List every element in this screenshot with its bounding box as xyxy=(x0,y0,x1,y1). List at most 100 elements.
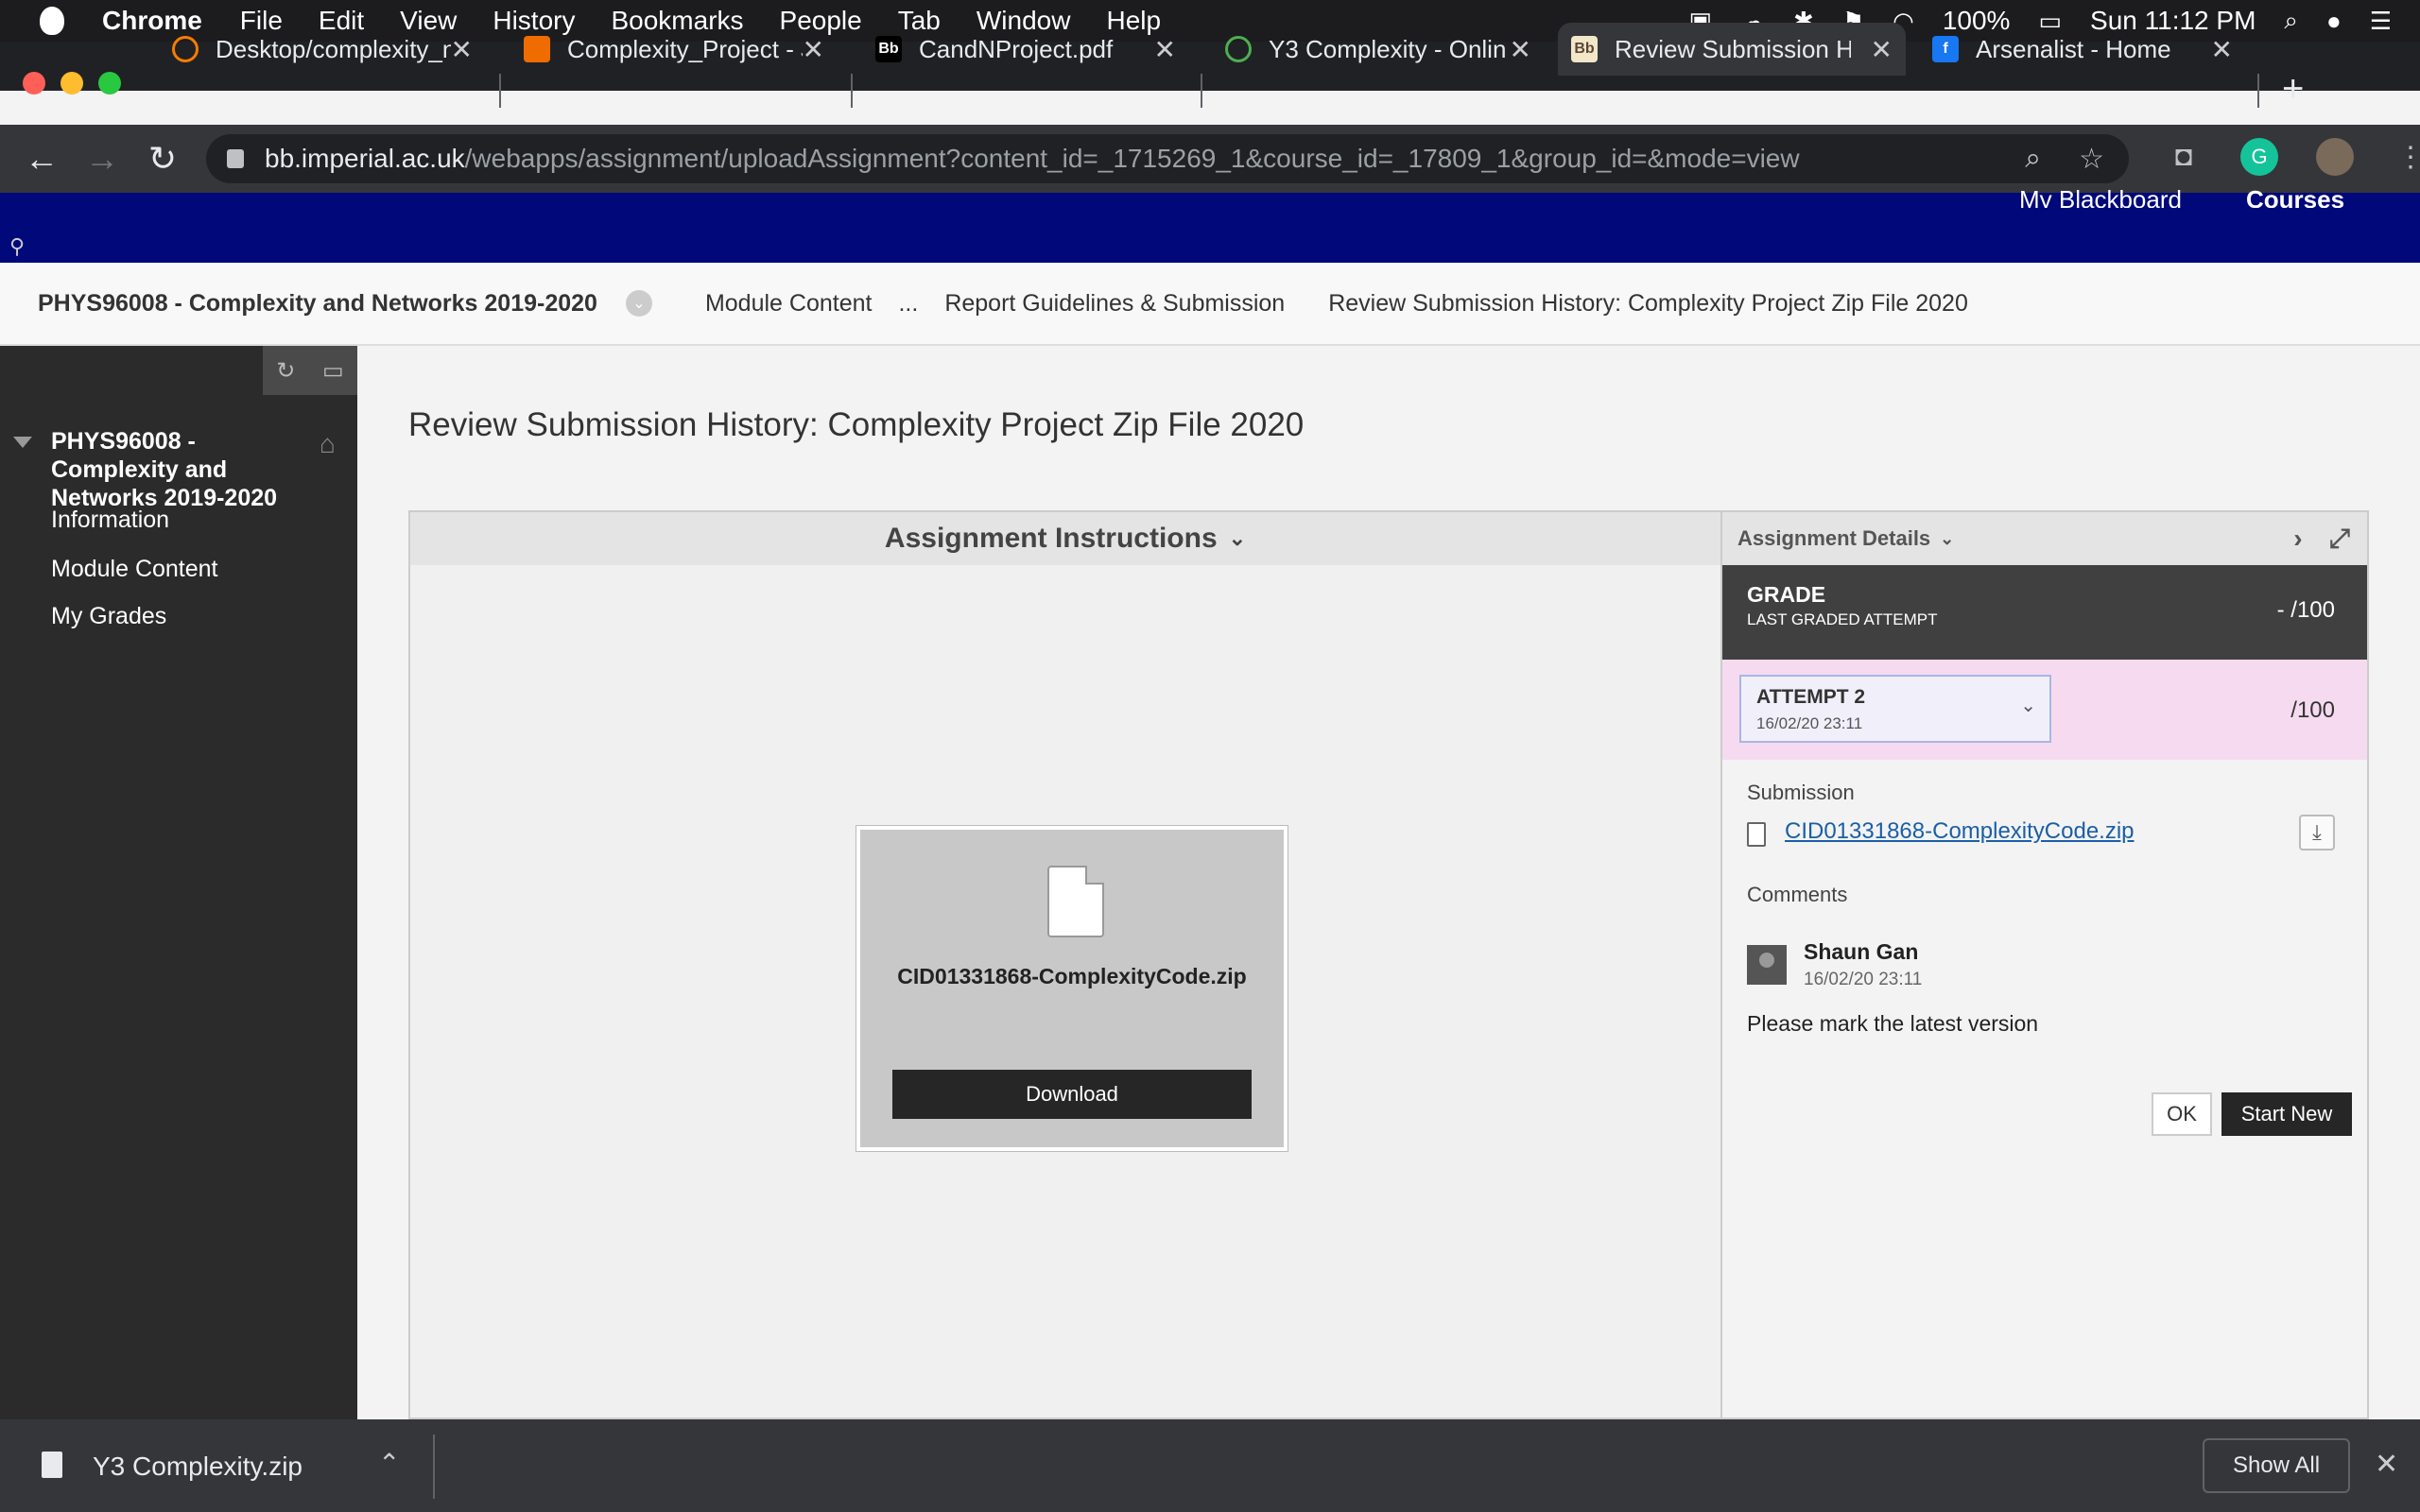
profile-avatar[interactable] xyxy=(2316,138,2354,176)
file-icon xyxy=(1747,822,1766,847)
grade-sublabel: LAST GRADED ATTEMPT xyxy=(1747,610,1938,628)
grade-label: GRADE xyxy=(1747,582,1826,607)
close-tab-icon[interactable]: ✕ xyxy=(1871,34,1893,65)
zoom-icon[interactable]: ⌕ xyxy=(2025,143,2041,176)
submission-preview-panel: Assignment Instructions ⌄ CID01331868-Co… xyxy=(408,510,1722,1419)
tab-complexity-project[interactable]: Complexity_Project - J ✕ xyxy=(510,26,838,72)
link-icon[interactable]: ⚲ xyxy=(9,234,25,259)
shelf-divider xyxy=(433,1435,435,1499)
blackboard-header: My Blackboard Courses ⚲ xyxy=(0,185,2420,263)
tab-title: CandNProject.pdf xyxy=(919,34,1114,63)
close-tab-icon[interactable]: ✕ xyxy=(2211,34,2233,65)
address-bar[interactable]: bb.imperial.ac.uk /webapps/assignment/up… xyxy=(206,134,2129,183)
download-button[interactable]: Download xyxy=(892,1070,1252,1119)
spotlight-search-icon[interactable]: ⌕ xyxy=(2284,6,2298,36)
attempt-select[interactable]: ATTEMPT 2 16/02/20 23:11 ⌄ xyxy=(1739,675,2051,743)
download-icon[interactable]: ⤓ xyxy=(2299,815,2335,850)
tab-review-submission[interactable]: Bb Review Submission His ✕ xyxy=(1558,23,1906,76)
my-blackboard-link[interactable]: My Blackboard xyxy=(2019,185,2182,208)
expand-icon[interactable]: ⤢ xyxy=(2329,524,2350,555)
submission-label: Submission xyxy=(1747,781,1855,804)
download-filename[interactable]: Y3 Complexity.zip xyxy=(93,1452,302,1482)
assignment-instructions-toggle[interactable]: Assignment Instructions ⌄ xyxy=(410,512,1720,565)
close-tab-icon[interactable]: ✕ xyxy=(451,34,473,65)
minimize-window-button[interactable] xyxy=(60,72,83,94)
assignment-instructions-label: Assignment Instructions xyxy=(884,523,1218,554)
courses-link[interactable]: Courses xyxy=(2246,185,2344,208)
tab-separator xyxy=(499,74,501,108)
browser-toolbar: ← → ↻ bb.imperial.ac.uk /webapps/assignm… xyxy=(0,125,2420,193)
assignment-details-header: Assignment Details ⌄ › ⤢ xyxy=(1722,512,2367,565)
chevron-right-icon[interactable]: › xyxy=(2293,524,2302,555)
breadcrumb-current-page: Review Submission History: Complexity Pr… xyxy=(1328,289,1968,317)
lock-icon[interactable] xyxy=(227,149,244,168)
chevron-down-icon[interactable]: ⌄ xyxy=(1940,529,1954,549)
comment-author: Shaun Gan xyxy=(1804,939,1919,964)
breadcrumb-report-guidelines[interactable]: Report Guidelines & Submission xyxy=(944,290,1285,318)
course-sidebar: ↻ ▭ PHYS96008 - Complexity and Networks … xyxy=(0,346,357,1419)
control-center-icon[interactable]: ☰ xyxy=(2370,7,2392,36)
forward-arrow-icon[interactable]: → xyxy=(72,139,132,179)
grammarly-icon[interactable]: G xyxy=(2240,138,2278,176)
file-preview-card: CID01331868-ComplexityCode.zip Download xyxy=(856,826,1288,1151)
show-all-button[interactable]: Show All xyxy=(2203,1438,2350,1493)
close-tab-icon[interactable]: ✕ xyxy=(1510,34,1531,65)
window-controls xyxy=(23,72,121,94)
refresh-icon[interactable]: ↻ xyxy=(276,357,295,385)
tab-separator xyxy=(1201,74,1202,108)
url-host: bb.imperial.ac.uk xyxy=(265,144,465,173)
tab-arsenalist-facebook[interactable]: f Arsenalist - Home ✕ xyxy=(1919,26,2246,72)
more-menu-icon[interactable]: ⋮ xyxy=(2392,138,2420,176)
url-path: /webapps/assignment/uploadAssignment?con… xyxy=(464,144,1800,173)
collapse-triangle-icon[interactable] xyxy=(13,437,32,448)
file-preview-name: CID01331868-ComplexityCode.zip xyxy=(897,964,1247,988)
pocket-icon[interactable]: ◘ xyxy=(2165,138,2203,176)
comments-label: Comments xyxy=(1747,883,1848,906)
new-tab-icon[interactable]: + xyxy=(2282,68,2304,111)
bookmark-star-icon[interactable]: ☆ xyxy=(2079,143,2104,176)
folder-icon[interactable]: ▭ xyxy=(322,357,344,385)
home-icon[interactable]: ⌂ xyxy=(320,429,336,459)
attempt-date: 16/02/20 23:11 xyxy=(1756,714,1863,732)
jupyter-icon xyxy=(172,36,199,62)
assignment-details-label[interactable]: Assignment Details xyxy=(1737,526,1930,551)
blackboard-icon: Bb xyxy=(875,36,902,62)
zoom-window-button[interactable] xyxy=(98,72,121,94)
grade-value: - /100 xyxy=(2276,597,2335,623)
sidebar-course-title[interactable]: PHYS96008 - Complexity and Networks 2019… xyxy=(51,427,325,512)
close-window-button[interactable] xyxy=(23,72,45,94)
breadcrumb-module-content[interactable]: Module Content xyxy=(705,290,873,318)
back-arrow-icon[interactable]: ← xyxy=(11,139,72,179)
breadcrumb-ellipsis[interactable]: ... xyxy=(898,290,918,318)
tab-separator xyxy=(851,74,853,108)
tab-title: Complexity_Project - J xyxy=(567,34,803,63)
tab-title: Review Submission His xyxy=(1615,34,1851,63)
grade-summary: GRADE LAST GRADED ATTEMPT - /100 xyxy=(1722,565,2367,660)
apple-icon[interactable] xyxy=(40,7,64,35)
zip-file-icon[interactable] xyxy=(42,1452,62,1478)
ok-button[interactable]: OK xyxy=(2152,1092,2212,1136)
chevron-down-icon: ⌄ xyxy=(2020,696,2036,716)
tab-jupyter-desktop[interactable]: Desktop/complexity_ne ✕ xyxy=(159,26,486,72)
submission-file-link[interactable]: CID01331868-ComplexityCode.zip xyxy=(1785,818,2135,845)
close-tab-icon[interactable]: ✕ xyxy=(1154,34,1176,65)
sidebar-item-information[interactable]: Information xyxy=(51,507,169,534)
comment-text: Please mark the latest version xyxy=(1747,1011,2039,1036)
overleaf-icon xyxy=(1225,36,1252,62)
start-new-button[interactable]: Start New xyxy=(2221,1092,2352,1136)
sidebar-item-module-content[interactable]: Module Content xyxy=(51,556,218,583)
siri-icon[interactable]: ● xyxy=(2326,7,2342,36)
close-tab-icon[interactable]: ✕ xyxy=(803,34,824,65)
tab-title: Y3 Complexity - Online xyxy=(1269,34,1505,63)
tab-candnproject-pdf[interactable]: Bb CandNProject.pdf ✕ xyxy=(862,26,1189,72)
download-shelf: Y3 Complexity.zip ⌃ Show All ✕ xyxy=(0,1419,2420,1512)
tab-y3-complexity-overleaf[interactable]: Y3 Complexity - Online ✕ xyxy=(1212,26,1545,72)
sidebar-item-my-grades[interactable]: My Grades xyxy=(51,603,166,630)
reload-icon[interactable]: ↻ xyxy=(132,139,193,179)
breadcrumb-course[interactable]: PHYS96008 - Complexity and Networks 2019… xyxy=(38,290,597,318)
close-icon[interactable]: ✕ xyxy=(2375,1448,2398,1481)
tab-separator xyxy=(2257,74,2259,108)
chevron-down-icon: ⌄ xyxy=(1228,526,1247,550)
chevron-up-icon[interactable]: ⌃ xyxy=(378,1448,400,1479)
chevron-down-icon[interactable]: ⌄ xyxy=(625,290,652,317)
